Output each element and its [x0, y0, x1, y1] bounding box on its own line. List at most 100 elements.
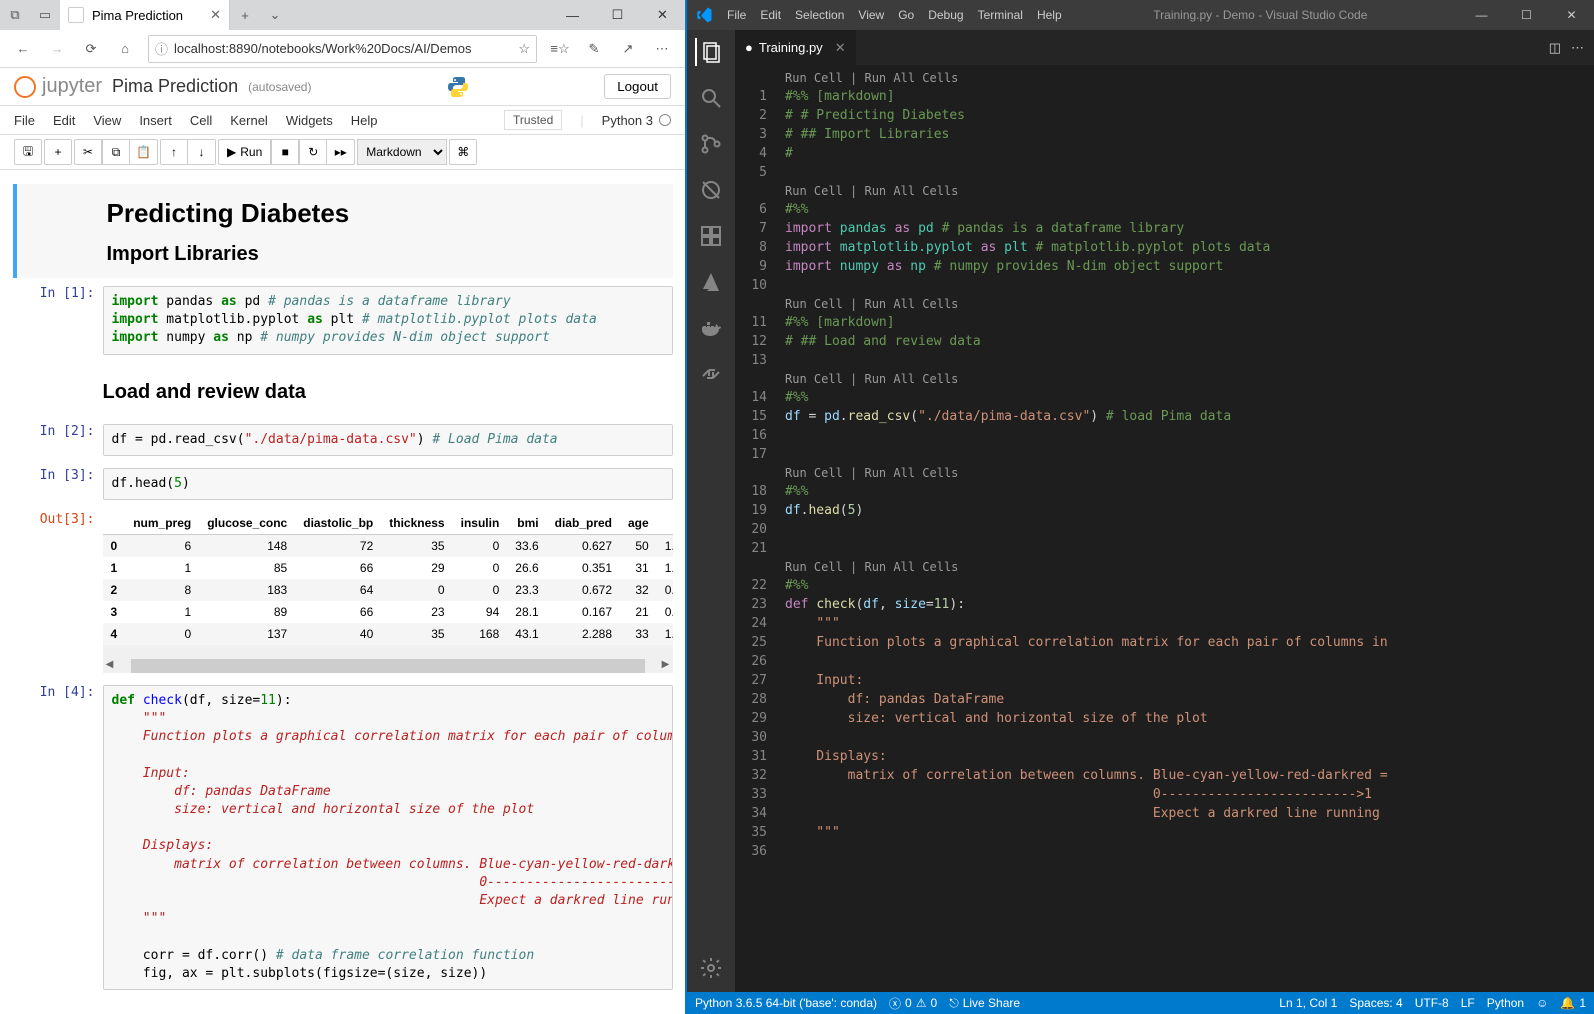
kernel-indicator[interactable]: Python 3 [602, 113, 671, 128]
debug-icon[interactable] [697, 176, 725, 204]
code-line[interactable]: 36 [735, 842, 1594, 861]
notebook-body[interactable]: Predicting Diabetes Import Libraries In … [0, 170, 685, 1014]
code-line[interactable]: 13 [735, 351, 1594, 370]
minimize-icon[interactable]: — [550, 0, 595, 30]
settings-icon[interactable] [697, 954, 725, 982]
sb-encoding[interactable]: UTF-8 [1415, 996, 1449, 1010]
code-cell[interactable]: In [2]: df = pd.read_csv("./data/pima-da… [13, 420, 673, 460]
jupyter-logo[interactable]: jupyter [14, 75, 102, 98]
source-control-icon[interactable] [697, 130, 725, 158]
code-line[interactable]: 20 [735, 520, 1594, 539]
tab-close-icon[interactable]: ✕ [835, 40, 846, 56]
code-line[interactable]: 2# # Predicting Diabetes [735, 106, 1594, 125]
code-line[interactable]: 10 [735, 276, 1594, 295]
cut-button[interactable]: ✂ [74, 139, 102, 165]
code-input[interactable]: def check(df, size=11): """ Function plo… [103, 685, 673, 990]
url-input[interactable] [174, 41, 512, 56]
notebook-name[interactable]: Pima Prediction [112, 76, 238, 97]
code-line[interactable]: 24 """ [735, 614, 1594, 633]
sb-indent[interactable]: Spaces: 4 [1349, 996, 1402, 1010]
new-tab-icon[interactable]: + [230, 0, 260, 30]
split-editor-icon[interactable]: ◫ [1549, 40, 1561, 56]
reading-list-icon[interactable]: ≡☆ [545, 34, 575, 64]
code-line[interactable]: 34 Expect a darkred line running [735, 804, 1594, 823]
sb-problems[interactable]: ⓧ 0 ⚠ 0 [889, 995, 937, 1012]
address-bar[interactable]: ⓘ ☆ [148, 35, 537, 63]
sb-eol[interactable]: LF [1461, 996, 1475, 1010]
sb-liveshare[interactable]: ⎋ Live Share [949, 996, 1020, 1011]
menu-widgets[interactable]: Widgets [286, 113, 333, 128]
paste-button[interactable]: 📋 [130, 139, 158, 165]
sb-feedback-icon[interactable]: ☺ [1536, 996, 1548, 1010]
add-cell-button[interactable]: + [44, 139, 72, 165]
code-line[interactable]: 32 matrix of correlation between columns… [735, 766, 1594, 785]
vsc-menu-file[interactable]: File [727, 8, 746, 22]
editor-tab-training[interactable]: ● Training.py ✕ [735, 30, 857, 65]
code-line[interactable]: 5 [735, 163, 1594, 182]
scroll-left-icon[interactable]: ◀ [103, 659, 117, 673]
notes-icon[interactable]: ✎ [579, 34, 609, 64]
code-line[interactable]: 16 [735, 426, 1594, 445]
sb-python-env[interactable]: Python 3.6.5 64-bit ('base': conda) [695, 996, 877, 1010]
code-line[interactable]: 33 0------------------------->1 [735, 785, 1594, 804]
share-icon[interactable]: ↗ [613, 34, 643, 64]
editor-more-icon[interactable]: ⋯ [1571, 40, 1584, 56]
code-line[interactable]: 11#%% [markdown] [735, 313, 1594, 332]
vsc-menu-selection[interactable]: Selection [795, 8, 844, 22]
code-line[interactable]: 28 df: pandas DataFrame [735, 690, 1594, 709]
vsc-minimize-icon[interactable]: — [1459, 0, 1504, 30]
vsc-maximize-icon[interactable]: ☐ [1504, 0, 1549, 30]
code-line[interactable]: 12# ## Load and review data [735, 332, 1594, 351]
command-palette-button[interactable]: ⌘ [449, 139, 477, 165]
code-line[interactable]: 25 Function plots a graphical correlatio… [735, 633, 1594, 652]
restart-button[interactable]: ↻ [299, 139, 327, 165]
codelens[interactable]: Run Cell | Run All Cells [735, 370, 1594, 388]
vsc-menu-go[interactable]: Go [898, 8, 914, 22]
move-up-button[interactable]: ↑ [160, 139, 188, 165]
more-icon[interactable]: ⋯ [647, 34, 677, 64]
code-line[interactable]: 9import numpy as np # numpy provides N-d… [735, 257, 1594, 276]
codelens[interactable]: Run Cell | Run All Cells [735, 69, 1594, 87]
vsc-menu-debug[interactable]: Debug [928, 8, 963, 22]
vsc-menu-view[interactable]: View [858, 8, 884, 22]
code-line[interactable]: 7import pandas as pd # pandas is a dataf… [735, 219, 1594, 238]
code-line[interactable]: 17 [735, 445, 1594, 464]
code-cell[interactable]: In [1]: import pandas as pd # pandas is … [13, 282, 673, 359]
codelens[interactable]: Run Cell | Run All Cells [735, 295, 1594, 313]
code-line[interactable]: 14#%% [735, 388, 1594, 407]
explorer-icon[interactable] [695, 38, 725, 66]
scroll-right-icon[interactable]: ▶ [659, 659, 673, 673]
home-icon[interactable]: ⌂ [110, 34, 140, 64]
vsc-close-icon[interactable]: ✕ [1549, 0, 1594, 30]
code-line[interactable]: 8import matplotlib.pyplot as plt # matpl… [735, 238, 1594, 257]
run-button[interactable]: ▶ Run [218, 139, 271, 165]
trusted-badge[interactable]: Trusted [504, 110, 562, 130]
close-icon[interactable]: ✕ [640, 0, 685, 30]
code-line[interactable]: 26 [735, 652, 1594, 671]
menu-cell[interactable]: Cell [190, 113, 212, 128]
favorite-icon[interactable]: ☆ [518, 41, 530, 57]
markdown-cell[interactable]: Load and review data [13, 363, 673, 416]
liveshare-icon[interactable] [697, 360, 725, 388]
maximize-icon[interactable]: ☐ [595, 0, 640, 30]
back-icon[interactable]: ← [8, 34, 38, 64]
code-line[interactable]: 4# [735, 144, 1594, 163]
refresh-icon[interactable]: ⟳ [76, 34, 106, 64]
move-down-button[interactable]: ↓ [188, 139, 216, 165]
code-line[interactable]: 22#%% [735, 576, 1594, 595]
markdown-cell[interactable]: Predicting Diabetes Import Libraries [13, 184, 673, 278]
code-line[interactable]: 6#%% [735, 200, 1594, 219]
save-button[interactable]: 🖫 [14, 139, 42, 165]
extensions-icon[interactable] [697, 222, 725, 250]
docker-icon[interactable] [697, 314, 725, 342]
vsc-menu-edit[interactable]: Edit [760, 8, 781, 22]
code-line[interactable]: 29 size: vertical and horizontal size of… [735, 709, 1594, 728]
tab-preview-icon[interactable]: ▭ [30, 0, 60, 30]
celltype-select[interactable]: Markdown [357, 139, 447, 165]
restart-run-all-button[interactable]: ▸▸ [327, 139, 355, 165]
code-line[interactable]: 27 Input: [735, 671, 1594, 690]
code-input[interactable]: df = pd.read_csv("./data/pima-data.csv")… [103, 424, 673, 456]
sb-cursor-pos[interactable]: Ln 1, Col 1 [1279, 996, 1337, 1010]
code-line[interactable]: 23def check(df, size=11): [735, 595, 1594, 614]
codelens[interactable]: Run Cell | Run All Cells [735, 182, 1594, 200]
